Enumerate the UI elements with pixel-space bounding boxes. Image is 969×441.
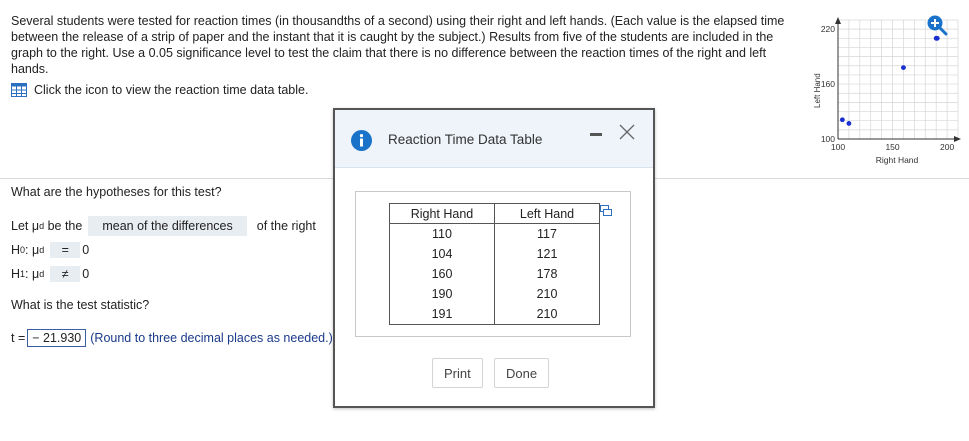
table-row: 190 210 [389, 284, 600, 304]
data-point [934, 35, 940, 41]
scatter-plot: 100 150 200100160220 Left Hand Right Hand [813, 17, 961, 165]
problem-statement: Several students were tested for reactio… [11, 14, 785, 76]
y-tick-label: 100 [821, 134, 835, 144]
hypotheses-question: What are the hypotheses for this test? [11, 185, 222, 199]
dialog-header: Reaction Time Data Table [335, 110, 653, 168]
test-statistic-row: t = − 21.930 (Round to three decimal pla… [11, 329, 333, 347]
dialog-title: Reaction Time Data Table [388, 132, 543, 147]
x-axis-arrow [954, 136, 961, 142]
data-link-text[interactable]: Click the icon to view the reaction time… [34, 83, 308, 97]
let-tail: of the right [256, 219, 316, 233]
y-axis-arrow [835, 17, 841, 24]
null-hypothesis: H0: μd = 0 [11, 242, 90, 258]
table-row: 110 117 [389, 223, 600, 244]
column-header-left-hand: Left Hand [494, 203, 600, 224]
let-statement: Let μd be the mean of the differences of… [11, 216, 316, 236]
table-row: 160 178 [389, 264, 600, 284]
x-tick-label: 150 [885, 142, 899, 152]
info-icon [351, 130, 372, 151]
alternative-hypothesis: H1: μd ≠ 0 [11, 266, 90, 282]
let-suffix: be the [47, 219, 83, 233]
close-icon[interactable] [618, 123, 636, 141]
x-axis-label: Right Hand [876, 155, 919, 165]
h0-operator-dropdown[interactable]: = [50, 242, 81, 258]
copy-icon[interactable] [600, 205, 612, 217]
h1-operator-dropdown[interactable]: ≠ [50, 266, 81, 282]
rounding-hint: (Round to three decimal places as needed… [90, 331, 333, 345]
zoom-in-icon[interactable] [926, 14, 948, 36]
minimize-button[interactable] [590, 133, 602, 136]
chart-grid [837, 19, 959, 140]
let-prefix: Let [11, 219, 29, 233]
table-icon[interactable] [11, 83, 27, 97]
parameter-dropdown[interactable]: mean of the differences [88, 216, 247, 236]
column-header-right-hand: Right Hand [389, 203, 495, 224]
print-button[interactable]: Print [432, 358, 483, 388]
x-tick-label: 200 [940, 142, 954, 152]
view-data-table-link[interactable]: Click the icon to view the reaction time… [11, 83, 308, 97]
t-prefix: t = [11, 331, 26, 345]
y-tick-label: 160 [821, 79, 835, 89]
data-point [846, 121, 852, 126]
table-row: 191 210 [389, 304, 600, 325]
done-button[interactable]: Done [494, 358, 550, 388]
h0-value-input[interactable]: 0 [82, 243, 89, 257]
data-point [839, 117, 845, 123]
y-tick-label: 220 [821, 24, 835, 34]
reaction-time-table: Right Hand Left Hand 110 117 104 121 160 17… [389, 203, 600, 325]
data-table-dialog: Reaction Time Data Table Right Hand Left… [333, 108, 655, 408]
data-point [901, 65, 906, 70]
test-statistic-question: What is the test statistic? [11, 298, 150, 312]
test-statistic-input[interactable]: − 21.930 [27, 329, 87, 347]
y-axis-label: Left Hand [813, 73, 822, 108]
h1-value-input[interactable]: 0 [82, 267, 89, 281]
table-row: 104 121 [389, 244, 600, 264]
